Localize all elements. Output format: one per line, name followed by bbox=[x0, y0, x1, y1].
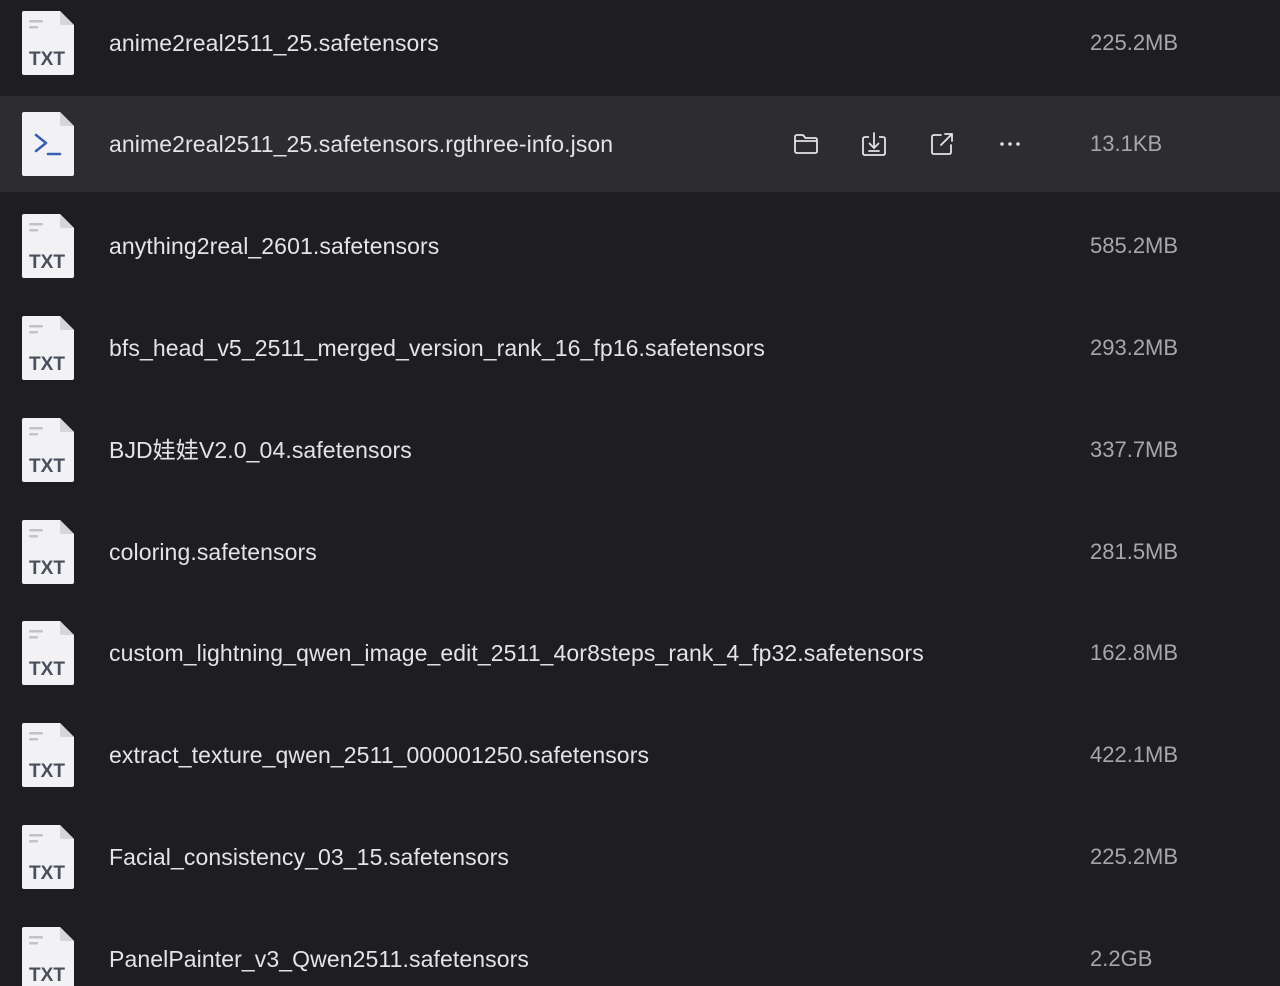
txt-file-icon: TXT bbox=[20, 518, 76, 586]
file-name: PanelPainter_v3_Qwen2511.safetensors bbox=[109, 946, 530, 972]
row-actions bbox=[786, 96, 1058, 192]
folder-icon bbox=[792, 130, 820, 158]
file-size: 225.2MB bbox=[1090, 30, 1179, 55]
svg-text:TXT: TXT bbox=[29, 761, 65, 782]
file-size: 293.2MB bbox=[1090, 335, 1179, 360]
file-size: 225.2MB bbox=[1090, 844, 1179, 869]
svg-text:TXT: TXT bbox=[29, 49, 65, 70]
svg-text:TXT: TXT bbox=[29, 965, 65, 986]
file-size: 162.8MB bbox=[1090, 640, 1179, 665]
file-name: anything2real_2601.safetensors bbox=[109, 233, 440, 259]
file-row[interactable]: TXT coloring.safetensors 281.5MB bbox=[0, 504, 1280, 600]
svg-text:TXT: TXT bbox=[29, 354, 65, 375]
svg-text:TXT: TXT bbox=[29, 659, 65, 680]
file-row[interactable]: TXT custom_lightning_qwen_image_edit_2511… bbox=[0, 605, 1280, 701]
file-size: 422.1MB bbox=[1090, 742, 1179, 767]
file-row[interactable]: TXT anime2real2511_25.safetensors 225.2MB bbox=[0, 0, 1280, 91]
file-name: anime2real2511_25.safetensors bbox=[109, 30, 439, 56]
file-name: BJD娃娃V2.0_04.safetensors bbox=[109, 437, 412, 463]
svg-text:TXT: TXT bbox=[29, 558, 65, 579]
file-row[interactable]: anime2real2511_25.safetensors.rgthree-in… bbox=[0, 96, 1280, 192]
file-size: 585.2MB bbox=[1090, 233, 1179, 258]
more-button[interactable] bbox=[990, 124, 1030, 164]
open-external-button[interactable] bbox=[922, 124, 962, 164]
script-file-icon bbox=[20, 110, 76, 178]
file-row[interactable]: TXT bfs_head_v5_2511_merged_version_rank_… bbox=[0, 300, 1280, 396]
svg-text:TXT: TXT bbox=[29, 863, 65, 884]
txt-file-icon: TXT bbox=[20, 925, 76, 986]
file-row[interactable]: TXT BJD娃娃V2.0_04.safetensors 337.7MB bbox=[0, 402, 1280, 498]
file-name: Facial_consistency_03_15.safetensors bbox=[109, 844, 509, 870]
txt-file-icon: TXT bbox=[20, 314, 76, 382]
download-icon bbox=[860, 130, 888, 158]
svg-text:TXT: TXT bbox=[29, 456, 65, 477]
svg-text:TXT: TXT bbox=[29, 252, 65, 273]
file-size: 337.7MB bbox=[1090, 437, 1179, 462]
file-row[interactable]: TXT extract_texture_qwen_2511_000001250.s… bbox=[0, 707, 1280, 803]
more-icon bbox=[996, 130, 1024, 158]
txt-file-icon: TXT bbox=[20, 721, 76, 789]
file-list: TXT anime2real2511_25.safetensors 225.2MB a… bbox=[0, 0, 1280, 986]
file-size: 2.2GB bbox=[1090, 946, 1153, 971]
txt-file-icon: TXT bbox=[20, 619, 76, 687]
external-link-icon bbox=[928, 130, 956, 158]
txt-file-icon: TXT bbox=[20, 9, 76, 77]
txt-file-icon: TXT bbox=[20, 212, 76, 280]
file-row[interactable]: TXT Facial_consistency_03_15.safetensors 2… bbox=[0, 809, 1280, 905]
file-name: anime2real2511_25.safetensors.rgthree-in… bbox=[109, 131, 614, 157]
txt-file-icon: TXT bbox=[20, 823, 76, 891]
file-name: extract_texture_qwen_2511_000001250.safe… bbox=[109, 742, 650, 768]
file-size: 13.1KB bbox=[1090, 131, 1163, 156]
txt-file-icon: TXT bbox=[20, 416, 76, 484]
file-name: custom_lightning_qwen_image_edit_2511_4o… bbox=[109, 640, 924, 666]
file-size: 281.5MB bbox=[1090, 539, 1179, 564]
file-name: coloring.safetensors bbox=[109, 539, 317, 565]
download-button[interactable] bbox=[854, 124, 894, 164]
file-row[interactable]: TXT PanelPainter_v3_Qwen2511.safetensors 2… bbox=[0, 911, 1280, 986]
file-row[interactable]: TXT anything2real_2601.safetensors 585.2MB bbox=[0, 198, 1280, 294]
file-name: bfs_head_v5_2511_merged_version_rank_16_… bbox=[109, 335, 766, 361]
open-folder-button[interactable] bbox=[786, 124, 826, 164]
